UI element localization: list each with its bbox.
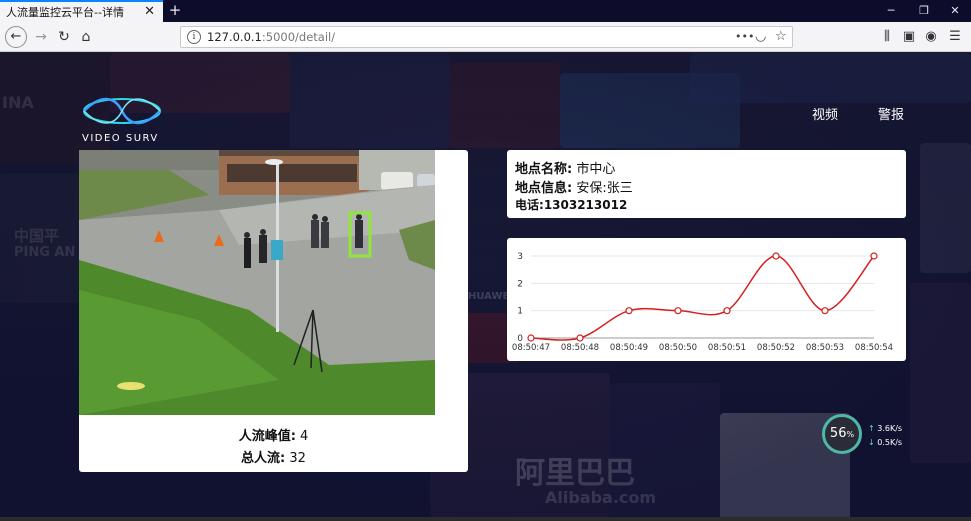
location-info-value: 安保:张三 [576,181,633,196]
browser-tab[interactable]: 人流量监控云平台--详情 ✕ [0,0,163,22]
site-info-icon[interactable]: i [187,30,201,44]
upload-value: 3.6 [877,424,890,433]
tab-title: 人流量监控云平台--详情 [6,6,124,19]
url-text[interactable]: 127.0.0.1:5000/detail/ [207,30,335,44]
network-speed-widget[interactable]: 56% ↑ 3.6K/s ↓ 0.5K/s [822,414,912,458]
url-bar[interactable]: i 127.0.0.1:5000/detail/ ••• ◡ ☆ [180,26,793,48]
chart-y-tick-label: 2 [517,279,523,289]
chart-x-tick-label: 08:50:52 [757,343,795,353]
download-unit: K/s [889,438,903,447]
chart-x-tick-label: 08:50:53 [806,343,844,353]
minimize-icon[interactable]: ─ [874,0,908,22]
tab-close-icon[interactable]: ✕ [144,4,155,19]
browser-nav-bar: ← → ↻ ⌂ i 127.0.0.1:5000/detail/ ••• ◡ ☆… [0,22,971,52]
location-phone-row: 电话:1303213012 [515,196,898,215]
video-feed[interactable] [79,150,435,415]
download-arrow-icon: ↓ [868,438,875,447]
chart-x-tick-label: 08:50:47 [512,343,550,353]
download-speed: ↓ 0.5K/s [868,438,902,447]
reload-icon[interactable]: ↻ [53,26,75,48]
url-host: 127.0.0.1 [207,30,262,44]
bookmark-star-icon[interactable]: ☆ [775,29,787,44]
location-phone-label: 电话: [515,198,544,212]
total-value: 32 [289,451,306,466]
chart-x-tick-label: 08:50:50 [659,343,697,353]
flow-chart-card: 0 1 2 3 08:50:47 08:50:48 08:50:49 08:50:50 08:5… [507,238,906,361]
peak-label: 人流峰值: [238,429,296,444]
chart-y-tick-label: 1 [517,307,523,317]
home-icon[interactable]: ⌂ [75,26,97,48]
location-name-value: 市中心 [576,162,616,177]
nav-alarm-link[interactable]: 警报 [878,104,904,123]
page-actions-icon[interactable]: ••• [735,30,754,43]
location-name-row: 地点名称: 市中心 [515,158,898,177]
sidebar-icon[interactable]: ▣ [898,26,920,48]
chart-x-tick-label: 08:50:49 [610,343,648,353]
location-info-row: 地点信息: 安保:张三 [515,177,898,196]
chart-x-tick-label: 08:50:54 [855,343,893,353]
restore-icon[interactable]: ❐ [907,0,941,22]
download-value: 0.5 [877,438,890,447]
location-info-card: 地点名称: 市中心 地点信息: 安保:张三 电话:1303213012 [507,150,906,218]
window-close-icon[interactable]: ✕ [938,0,971,22]
network-percent-ring: 56% [822,414,862,454]
flow-line-chart[interactable]: 012308:50:47 08:50:48 08:50:49 08:50:50 08:5… [507,238,906,361]
total-label: 总人流: [241,451,286,466]
url-path: :5000/detail/ [261,30,336,44]
chart-point [576,334,584,342]
stats-panel: 人流峰值: 4 总人流: 32 [79,425,468,469]
pocket-icon[interactable]: ◡ [755,29,766,44]
chart-point [772,252,780,260]
chart-y-tick-label: 3 [517,252,523,262]
peak-value: 4 [300,429,309,444]
chart-point [625,307,633,315]
network-percent-value: 56 [829,426,847,441]
network-percent-unit: % [846,430,855,439]
forward-icon[interactable]: → [30,26,52,48]
nav-video-link[interactable]: 视频 [812,104,838,123]
location-info-label: 地点信息: [515,181,573,196]
browser-tab-bar: 人流量监控云平台--详情 ✕ + ─ ❐ ✕ [0,0,971,22]
upload-arrow-icon: ↑ [868,424,875,433]
chart-point [870,252,878,260]
chart-point [527,334,535,342]
chart-point [674,307,682,315]
location-name-label: 地点名称: [515,162,573,177]
menu-icon[interactable]: ☰ [944,26,966,48]
chart-point [821,307,829,315]
chart-series-line [530,255,875,341]
chart-point [723,307,731,315]
account-icon[interactable]: ◉ [920,26,942,48]
chart-x-tick-label: 08:50:51 [708,343,746,353]
upload-speed: ↑ 3.6K/s [868,424,902,433]
taskbar-edge [0,517,971,521]
library-icon[interactable]: ⫼ [876,26,898,48]
page-background: INA 中国平 PING AN HUAWEI 阿里巴巴 Alibaba.com … [0,53,971,521]
chart-x-tick-label: 08:50:48 [561,343,599,353]
new-tab-icon[interactable]: + [167,0,183,22]
peak-stat: 人流峰值: 4 [79,425,468,447]
location-phone-value: 1303213012 [543,198,628,212]
total-stat: 总人流: 32 [79,447,468,469]
upload-unit: K/s [889,424,903,433]
logo-text: VIDEO SURV [82,133,159,144]
back-icon[interactable]: ← [5,26,27,48]
